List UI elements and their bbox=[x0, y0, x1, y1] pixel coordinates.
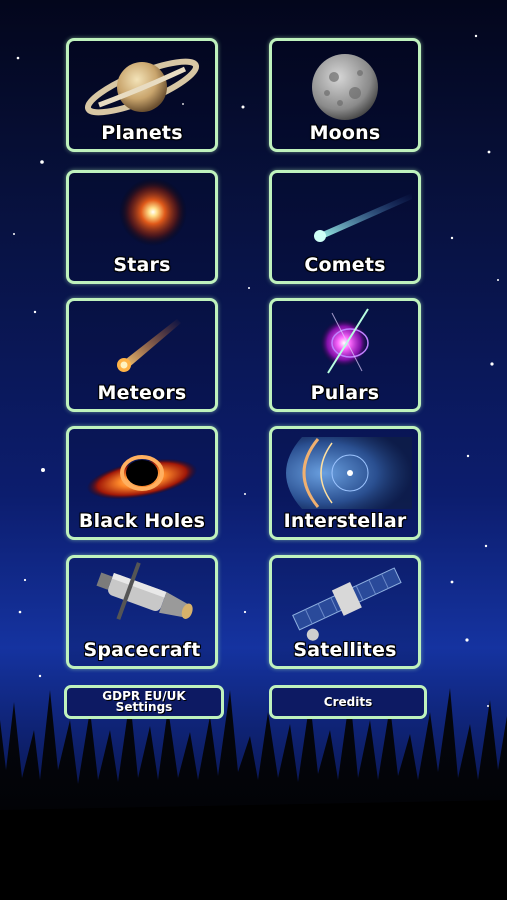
tile-label: Meteors bbox=[97, 382, 187, 404]
tile-black-holes[interactable]: Black Holes bbox=[66, 426, 218, 540]
tile-label: Pulars bbox=[310, 382, 380, 404]
tile-label: Moons bbox=[309, 122, 381, 144]
tile-satellites[interactable]: Satellites bbox=[269, 555, 421, 669]
tile-stars[interactable]: Stars bbox=[66, 170, 218, 284]
tile-label: Satellites bbox=[293, 639, 397, 661]
tile-label: Comets bbox=[304, 254, 386, 276]
tile-pulsars[interactable]: Pulars bbox=[269, 298, 421, 412]
credits-label: Credits bbox=[323, 694, 373, 709]
tile-planets[interactable]: Planets bbox=[66, 38, 218, 152]
tile-comets[interactable]: Comets bbox=[269, 170, 421, 284]
credits-button[interactable]: Credits bbox=[269, 685, 427, 719]
tile-moons[interactable]: Moons bbox=[269, 38, 421, 152]
gdpr-settings-button[interactable]: GDPR EU/UK Settings bbox=[64, 685, 224, 719]
tile-label: Black Holes bbox=[78, 510, 206, 532]
tile-meteors[interactable]: Meteors bbox=[66, 298, 218, 412]
gdpr-line2: Settings bbox=[115, 700, 173, 714]
tile-label: Stars bbox=[113, 254, 171, 276]
tile-label: Spacecraft bbox=[83, 639, 201, 661]
tile-label: Interstellar bbox=[283, 510, 407, 532]
tile-label: Planets bbox=[101, 122, 183, 144]
tile-spacecraft[interactable]: Spacecraft bbox=[66, 555, 218, 669]
tile-interstellar[interactable]: Interstellar bbox=[269, 426, 421, 540]
